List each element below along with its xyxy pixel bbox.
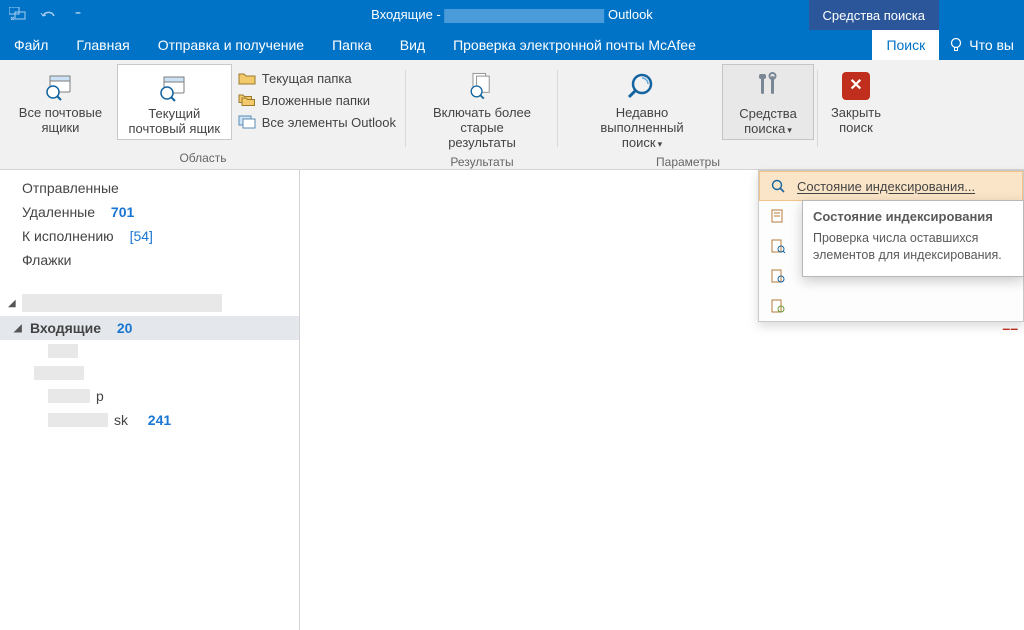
include-older-results[interactable]: Включать более старые результаты: [425, 64, 539, 153]
folder-followup[interactable]: К исполнению [54]: [0, 224, 299, 248]
close-icon: ✕: [838, 68, 874, 104]
tools-icon: [750, 69, 786, 105]
doc-icon: [769, 207, 787, 225]
doc-search-icon: [769, 237, 787, 255]
qat-app-icon[interactable]: [8, 5, 28, 25]
menu-item-5[interactable]: [759, 291, 1023, 321]
folder-icon: [238, 70, 256, 86]
mailbox-search-icon: [42, 68, 78, 104]
folder-sub-1[interactable]: [0, 340, 299, 362]
scope-all-outlook[interactable]: Все элементы Outlook: [232, 112, 402, 132]
mailbox-search-icon: [156, 69, 192, 105]
label: Включать более старые результаты: [431, 106, 533, 151]
title-prefix: Входящие -: [371, 7, 444, 22]
search-icon: [624, 68, 660, 104]
folder-sub-2[interactable]: [0, 362, 299, 384]
folder-deleted[interactable]: Удаленные 701: [0, 200, 299, 224]
tab-send-receive[interactable]: Отправка и получение: [144, 30, 318, 60]
doc-gear-icon: [769, 297, 787, 315]
collapse-icon: ◢: [8, 298, 18, 309]
ribbon-group-close: ✕ Закрыть поиск: [818, 60, 894, 169]
tell-me[interactable]: Что вы: [939, 30, 1024, 60]
folder-sub-sk[interactable]: sk 241: [0, 408, 299, 432]
folders-icon: [238, 92, 256, 108]
doc-arrow-icon: [769, 267, 787, 285]
collapse-icon: ◢: [14, 323, 24, 334]
docs-search-icon: [464, 68, 500, 104]
collapse-indicator: ––: [1002, 320, 1018, 336]
tab-mcafee[interactable]: Проверка электронной почты McAfee: [439, 30, 710, 60]
recent-searches[interactable]: Недавно выполненный поиск▾: [562, 64, 722, 153]
folder-sent[interactable]: Отправленные: [0, 176, 299, 200]
folder-flags[interactable]: Флажки: [0, 248, 299, 272]
title-suffix: Outlook: [608, 7, 653, 22]
label: Все почтовые ящики: [10, 106, 111, 136]
ribbon-group-options: Недавно выполненный поиск▾ Средства поис…: [558, 60, 818, 169]
tooltip-title: Состояние индексирования: [813, 209, 1013, 224]
label: Закрыть поиск: [828, 106, 884, 136]
close-search[interactable]: ✕ Закрыть поиск: [822, 64, 890, 138]
window-title: Входящие - Outlook: [371, 7, 653, 23]
bulb-icon: [949, 37, 963, 53]
label: Средства поиска▾: [729, 107, 807, 137]
tooltip: Состояние индексирования Проверка числа …: [802, 200, 1024, 277]
undo-icon[interactable]: [38, 5, 58, 25]
account-header[interactable]: ◢: [0, 288, 299, 316]
outlook-items-icon: [238, 114, 256, 130]
tooltip-body: Проверка числа оставшихся элементов для …: [813, 230, 1013, 264]
tab-file[interactable]: Файл: [0, 30, 62, 60]
context-tab-search-tools[interactable]: Средства поиска: [809, 0, 939, 30]
label: Текущий почтовый ящик: [124, 107, 225, 137]
ribbon-tabs: Файл Главная Отправка и получение Папка …: [0, 30, 1024, 60]
ribbon-group-results: Включать более старые результаты Результ…: [406, 60, 558, 169]
scope-subfolders[interactable]: Вложенные папки: [232, 90, 402, 110]
title-bar: ⁼ Входящие - Outlook Средства поиска: [0, 0, 1024, 30]
folder-pane[interactable]: Отправленные Удаленные 701 К исполнению …: [0, 170, 300, 630]
scope-current-folder[interactable]: Текущая папка: [232, 68, 402, 88]
tab-folder[interactable]: Папка: [318, 30, 386, 60]
qat-customize-icon[interactable]: ⁼: [68, 5, 88, 25]
search-tools-dropdown[interactable]: Средства поиска▾: [722, 64, 814, 140]
ribbon-group-scope: Все почтовые ящики Текущий почтовый ящик…: [0, 60, 406, 169]
search-small-icon: [769, 177, 787, 195]
scope-current-mailbox[interactable]: Текущий почтовый ящик: [117, 64, 232, 140]
group-label: Область: [4, 149, 402, 169]
ribbon: Все почтовые ящики Текущий почтовый ящик…: [0, 60, 1024, 170]
folder-inbox[interactable]: ◢Входящие 20: [0, 316, 299, 340]
tab-home[interactable]: Главная: [62, 30, 143, 60]
menu-label: Состояние индексирования...: [797, 179, 975, 194]
menu-indexing-status[interactable]: Состояние индексирования...: [759, 171, 1023, 201]
tab-search[interactable]: Поиск: [872, 30, 939, 60]
tab-view[interactable]: Вид: [386, 30, 439, 60]
label: Недавно выполненный поиск▾: [591, 106, 693, 151]
scope-all-mailboxes[interactable]: Все почтовые ящики: [4, 64, 117, 138]
folder-sub-p[interactable]: p: [0, 384, 299, 408]
